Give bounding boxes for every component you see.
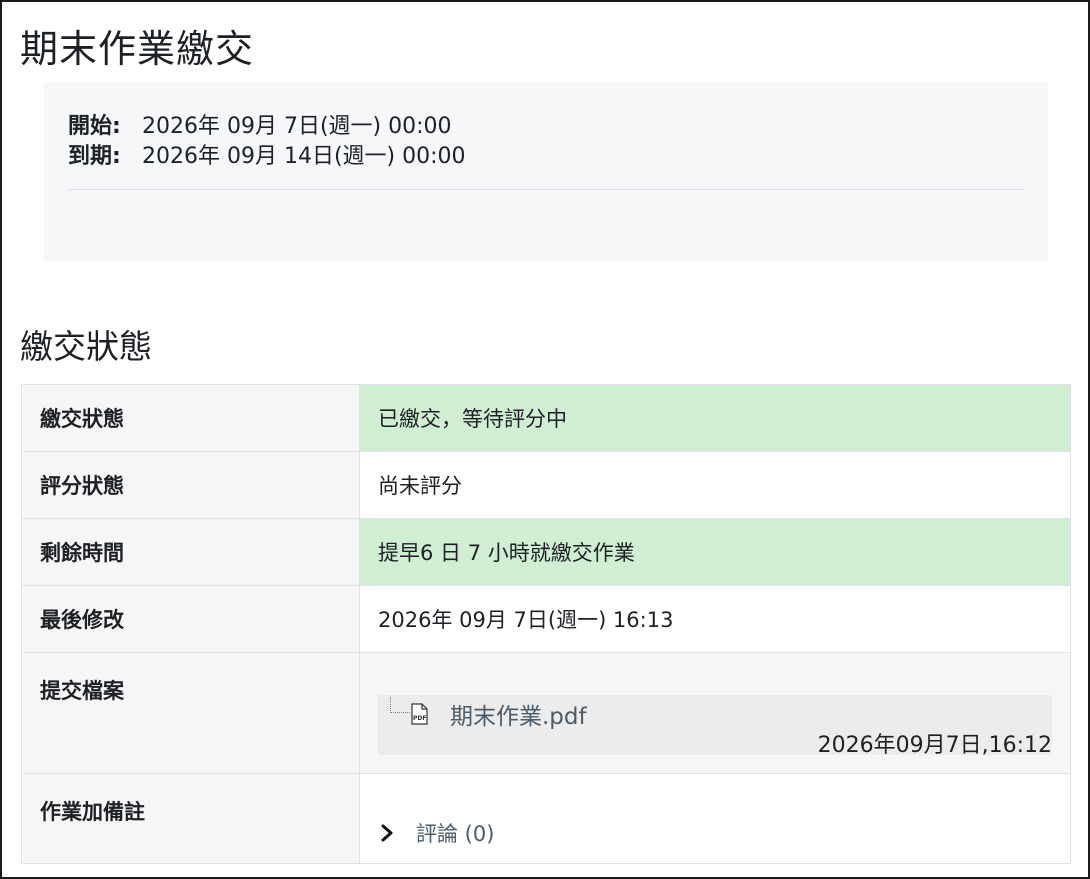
divider bbox=[68, 189, 1024, 190]
time-remaining-value: 提早6 日 7 小時就繳交作業 bbox=[359, 518, 1071, 586]
open-date-label: 開始: bbox=[68, 114, 121, 139]
due-date-label: 到期: bbox=[68, 144, 121, 169]
dates-panel: 開始: 2026年 09月 7日(週一) 00:00 到期: 2026年 09月 1… bbox=[44, 82, 1048, 261]
pdf-icon: PDF bbox=[411, 703, 428, 725]
table-row-status: 繳交狀態 已繳交，等待評分中 bbox=[21, 384, 1071, 452]
comments-cell: 評論 (0) bbox=[359, 773, 1071, 864]
grading-value: 尚未評分 bbox=[359, 451, 1071, 519]
file-link[interactable]: 期末作業.pdf bbox=[450, 697, 587, 731]
time-remaining-label: 剩餘時間 bbox=[21, 518, 360, 586]
last-modified-label: 最後修改 bbox=[21, 585, 360, 653]
grading-label: 評分狀態 bbox=[21, 451, 360, 519]
table-row-last-modified: 最後修改 2026年 09月 7日(週一) 16:13 bbox=[21, 585, 1071, 653]
due-date-row: 到期: 2026年 09月 14日(週一) 00:00 bbox=[68, 138, 466, 170]
submission-status-heading: 繳交狀態 bbox=[20, 327, 152, 366]
file-timestamp: 2026年09月7日,16:12 bbox=[817, 733, 1052, 758]
due-date-value: 2026年 09月 14日(週一) 00:00 bbox=[142, 144, 466, 169]
last-modified-value: 2026年 09月 7日(週一) 16:13 bbox=[359, 585, 1071, 653]
comments-label: 作業加備註 bbox=[21, 773, 360, 864]
tree-connector bbox=[390, 697, 410, 713]
svg-text:PDF: PDF bbox=[413, 715, 426, 722]
files-label: 提交檔案 bbox=[21, 652, 360, 774]
file-item: PDF 期末作業.pdf 2026年09月7日,16:12 bbox=[378, 695, 1052, 758]
open-date-value: 2026年 09月 7日(週一) 00:00 bbox=[142, 114, 452, 139]
chevron-right-icon bbox=[381, 824, 393, 842]
table-row-time-remaining: 剩餘時間 提早6 日 7 小時就繳交作業 bbox=[21, 518, 1071, 586]
status-value: 已繳交，等待評分中 bbox=[359, 384, 1071, 452]
page-title: 期末作業繳交 bbox=[20, 27, 255, 71]
table-row-grading: 評分狀態 尚未評分 bbox=[21, 451, 1071, 519]
table-row-files: 提交檔案 PDF 期末作業.pdf 2026年09月7日,16:12 bbox=[21, 652, 1071, 774]
files-cell: PDF 期末作業.pdf 2026年09月7日,16:12 bbox=[359, 652, 1071, 774]
table-row-comments: 作業加備註 評論 (0) bbox=[21, 773, 1071, 864]
status-label: 繳交狀態 bbox=[21, 384, 360, 452]
open-date-row: 開始: 2026年 09月 7日(週一) 00:00 bbox=[68, 108, 452, 140]
comments-toggle[interactable]: 評論 (0) bbox=[380, 818, 494, 848]
submission-status-table: 繳交狀態 已繳交，等待評分中 評分狀態 尚未評分 剩餘時間 提早6 日 7 小時… bbox=[21, 384, 1071, 864]
comments-link[interactable]: 評論 (0) bbox=[416, 818, 494, 848]
